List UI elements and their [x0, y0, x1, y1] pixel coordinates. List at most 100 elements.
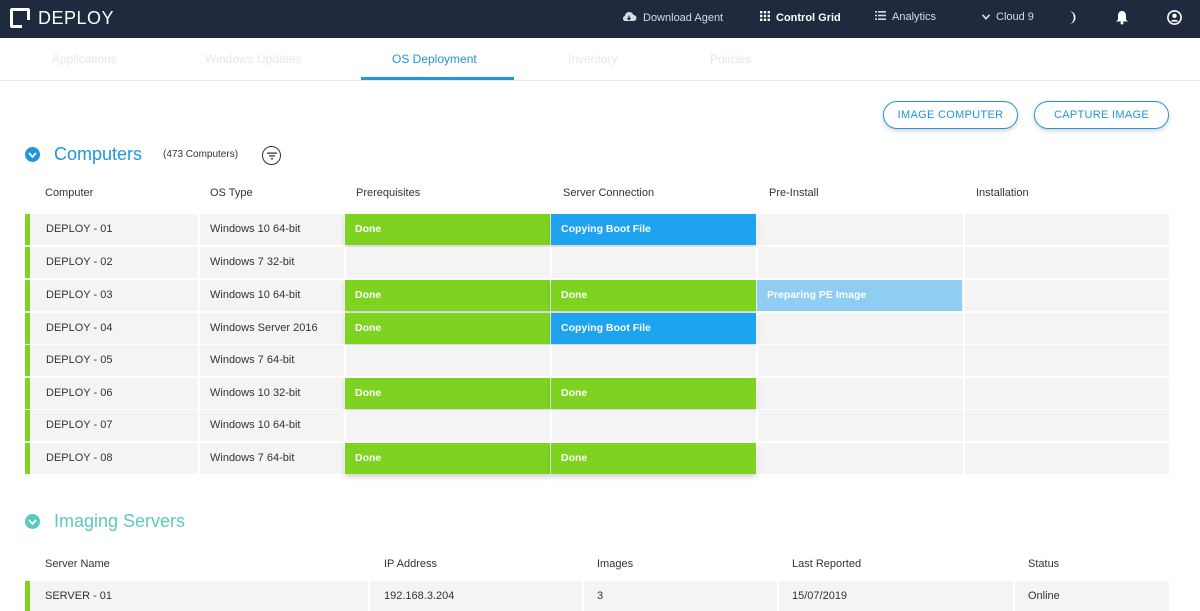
row-accent — [25, 345, 30, 376]
table-row[interactable]: DEPLOY - 07 Windows 10 64-bit — [25, 410, 1169, 441]
col-header-last-reported[interactable]: Last Reported — [792, 558, 861, 570]
cell-divider — [198, 247, 200, 278]
computer-name: DEPLOY - 04 — [46, 322, 113, 334]
table-row[interactable]: DEPLOY - 02 Windows 7 32-bit — [25, 247, 1169, 278]
pre-install-status: Preparing PE Image — [757, 280, 962, 311]
cell-divider — [963, 410, 965, 441]
col-header-server-connection[interactable]: Server Connection — [563, 187, 654, 199]
capture-image-button[interactable]: CAPTURE IMAGE — [1034, 101, 1169, 129]
cell-divider — [963, 345, 965, 376]
bell-icon[interactable] — [1115, 10, 1129, 29]
table-row[interactable]: DEPLOY - 05 Windows 7 64-bit — [25, 345, 1169, 376]
prerequisites-status: Done — [345, 378, 550, 409]
table-row[interactable]: DEPLOY - 01 Windows 10 64-bit Done Copying … — [25, 214, 1169, 245]
col-header-os-type[interactable]: OS Type — [210, 187, 253, 199]
cell-divider — [963, 280, 965, 311]
os-type: Windows Server 2016 — [210, 322, 318, 334]
computer-name: DEPLOY - 06 — [46, 387, 113, 399]
row-accent — [25, 313, 30, 344]
user-icon[interactable] — [1167, 10, 1182, 29]
filter-icon[interactable] — [262, 146, 281, 165]
server-ip: 192.168.3.204 — [384, 590, 455, 602]
computer-name: DEPLOY - 03 — [46, 289, 113, 301]
control-grid-link[interactable]: Control Grid — [760, 11, 841, 24]
col-header-installation[interactable]: Installation — [976, 187, 1029, 199]
col-header-pre-install[interactable]: Pre-Install — [769, 187, 819, 199]
server-name: SERVER - 01 — [45, 590, 113, 602]
col-header-status[interactable]: Status — [1028, 558, 1059, 570]
cell-divider — [344, 345, 346, 376]
col-header-prerequisites[interactable]: Prerequisites — [356, 187, 420, 199]
control-grid-label: Control Grid — [776, 11, 841, 24]
computers-count: (473 Computers) — [163, 149, 239, 160]
app-name: DEPLOY — [38, 8, 115, 28]
computer-name: DEPLOY - 07 — [46, 419, 113, 431]
col-header-server-name[interactable]: Server Name — [45, 558, 110, 570]
active-tab-indicator — [361, 77, 514, 80]
cell-divider — [198, 443, 200, 474]
cell-divider — [756, 313, 758, 344]
table-row[interactable]: DEPLOY - 04 Windows Server 2016 Done Copyin… — [25, 313, 1169, 344]
table-row[interactable]: DEPLOY - 03 Windows 10 64-bit Done Done Prep… — [25, 280, 1169, 311]
tab-applications[interactable]: Applications — [52, 52, 117, 66]
cell-divider — [550, 345, 552, 376]
prerequisites-status: Done — [345, 443, 550, 474]
cell-divider — [756, 345, 758, 376]
cell-divider — [1013, 581, 1015, 611]
download-agent-link[interactable]: Download Agent — [621, 11, 723, 25]
cell-divider — [344, 247, 346, 278]
cell-divider — [756, 214, 758, 245]
cell-divider — [198, 378, 200, 409]
server-status: Online — [1028, 590, 1060, 602]
analytics-link[interactable]: Analytics — [875, 11, 936, 23]
col-header-ip-address[interactable]: IP Address — [384, 558, 437, 570]
chevron-down-icon — [981, 11, 991, 23]
cell-divider — [963, 214, 965, 245]
cell-divider — [550, 410, 552, 441]
workspace-dropdown[interactable]: Cloud 9 — [981, 11, 1034, 23]
tab-windows-updates[interactable]: Windows Updates — [205, 52, 302, 66]
tab-inventory[interactable]: Inventory — [568, 52, 617, 66]
table-row[interactable]: DEPLOY - 06 Windows 10 32-bit Done Done — [25, 378, 1169, 409]
os-type: Windows 7 32-bit — [210, 256, 295, 268]
server-connection-status: Copying Boot File — [551, 313, 756, 344]
tab-policies[interactable]: Policies — [710, 52, 751, 66]
cloud-download-icon — [621, 11, 637, 25]
workspace-label: Cloud 9 — [996, 11, 1034, 23]
collapse-imaging-servers-icon[interactable] — [25, 514, 40, 529]
tab-os-deployment[interactable]: OS Deployment — [392, 52, 477, 66]
top-bar: DEPLOY Download Agent Control Grid Analy… — [0, 0, 1200, 38]
computer-name: DEPLOY - 02 — [46, 256, 113, 268]
server-connection-status: Done — [551, 280, 756, 311]
list-icon — [875, 11, 886, 23]
cell-divider — [756, 410, 758, 441]
row-accent — [25, 378, 30, 409]
server-row-accent — [25, 581, 30, 611]
row-accent — [25, 280, 30, 311]
cell-divider — [756, 443, 758, 474]
moon-icon[interactable] — [1067, 10, 1077, 29]
collapse-computers-icon[interactable] — [25, 147, 40, 162]
col-header-computer[interactable]: Computer — [45, 187, 93, 199]
server-row[interactable]: SERVER - 01 192.168.3.204 3 15/07/2019 O… — [25, 581, 1169, 611]
cell-divider — [963, 378, 965, 409]
cell-divider — [963, 247, 965, 278]
table-row[interactable]: DEPLOY - 08 Windows 7 64-bit Done Done — [25, 443, 1169, 474]
cell-divider — [756, 378, 758, 409]
server-connection-status: Done — [551, 443, 756, 474]
computer-name: DEPLOY - 08 — [46, 452, 113, 464]
computer-name: DEPLOY - 05 — [46, 354, 113, 366]
cell-divider — [198, 345, 200, 376]
row-accent — [25, 214, 30, 245]
cell-divider — [550, 247, 552, 278]
server-images: 3 — [597, 590, 604, 602]
server-last-reported: 15/07/2019 — [792, 590, 848, 602]
server-connection-status: Copying Boot File — [551, 214, 756, 245]
row-accent — [25, 247, 30, 278]
prerequisites-status: Done — [345, 280, 550, 311]
os-type: Windows 7 64-bit — [210, 452, 295, 464]
imaging-servers-section-title: Imaging Servers — [54, 511, 186, 531]
cell-divider — [756, 247, 758, 278]
col-header-images[interactable]: Images — [597, 558, 633, 570]
image-computer-button[interactable]: IMAGE COMPUTER — [883, 101, 1018, 129]
